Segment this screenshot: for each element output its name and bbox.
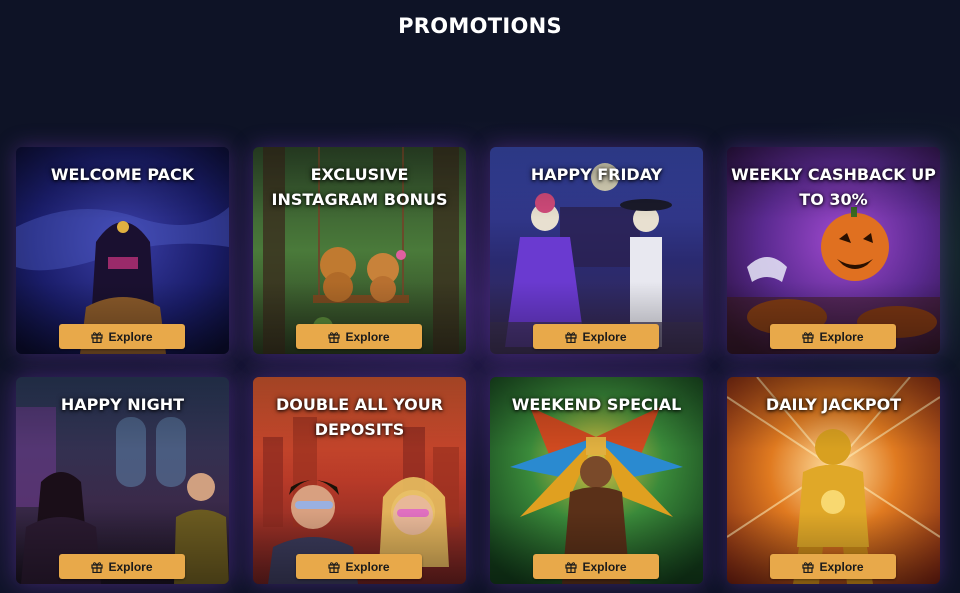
- promotions-grid: WELCOME PACK Explore EXCLUSIVE INSTAGRAM…: [16, 147, 944, 584]
- promo-card-happy-night[interactable]: HAPPY NIGHT Explore: [16, 377, 229, 584]
- promo-card-weekly-cashback[interactable]: WEEKLY CASHBACK UP TO 30% Explore: [727, 147, 940, 354]
- gift-icon: [328, 561, 341, 573]
- explore-label: Explore: [819, 559, 864, 574]
- gift-icon: [802, 331, 815, 343]
- gift-icon: [328, 331, 341, 343]
- promo-title: DOUBLE ALL YOUR DEPOSITS: [275, 395, 444, 439]
- promo-title: HAPPY FRIDAY: [530, 165, 663, 184]
- promo-title: WEEKLY CASHBACK UP TO 30%: [731, 165, 936, 209]
- explore-button[interactable]: Explore: [770, 554, 896, 579]
- promo-title: WEEKEND SPECIAL: [511, 395, 682, 414]
- promo-card-welcome-pack[interactable]: WELCOME PACK Explore: [16, 147, 229, 354]
- promo-title: EXCLUSIVE INSTAGRAM BONUS: [271, 165, 448, 209]
- explore-label: Explore: [582, 559, 627, 574]
- explore-button[interactable]: Explore: [59, 324, 185, 349]
- explore-button[interactable]: Explore: [533, 324, 659, 349]
- promo-card-instagram-bonus[interactable]: EXCLUSIVE INSTAGRAM BONUS Explore: [253, 147, 466, 354]
- promo-title: WELCOME PACK: [50, 165, 195, 184]
- explore-button[interactable]: Explore: [296, 554, 422, 579]
- promotions-page: PROMOTIONS WELCOME PACK Explore EXCLUSIV…: [0, 0, 960, 593]
- explore-label: Explore: [345, 559, 390, 574]
- page-title: PROMOTIONS: [398, 14, 562, 38]
- gift-icon: [802, 561, 815, 573]
- explore-label: Explore: [108, 559, 153, 574]
- explore-label: Explore: [582, 329, 627, 344]
- gift-icon: [565, 331, 578, 343]
- promo-card-weekend-special[interactable]: WEEKEND SPECIAL Explore: [490, 377, 703, 584]
- gift-icon: [91, 561, 104, 573]
- promo-card-happy-friday[interactable]: HAPPY FRIDAY Explore: [490, 147, 703, 354]
- gift-icon: [565, 561, 578, 573]
- explore-label: Explore: [345, 329, 390, 344]
- explore-button[interactable]: Explore: [770, 324, 896, 349]
- explore-button[interactable]: Explore: [296, 324, 422, 349]
- explore-button[interactable]: Explore: [533, 554, 659, 579]
- promo-title: HAPPY NIGHT: [60, 395, 185, 414]
- promo-title: DAILY JACKPOT: [765, 395, 902, 414]
- gift-icon: [91, 331, 104, 343]
- explore-label: Explore: [108, 329, 153, 344]
- explore-label: Explore: [819, 329, 864, 344]
- promo-card-daily-jackpot[interactable]: DAILY JACKPOT Explore: [727, 377, 940, 584]
- explore-button[interactable]: Explore: [59, 554, 185, 579]
- promo-card-double-deposits[interactable]: DOUBLE ALL YOUR DEPOSITS Explore: [253, 377, 466, 584]
